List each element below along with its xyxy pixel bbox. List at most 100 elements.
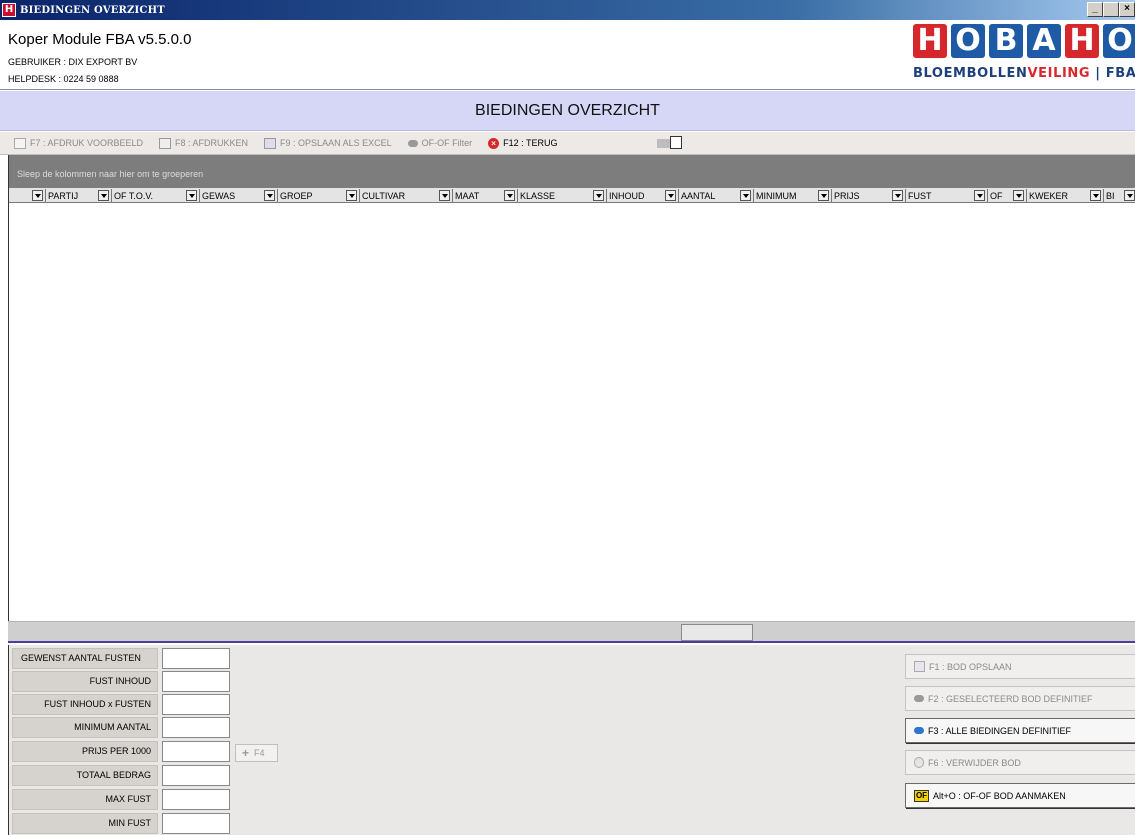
filter-dropdown-icon[interactable] — [504, 190, 515, 201]
fust-inhoud-x-fusten-input[interactable] — [162, 694, 230, 715]
column-header-overflow[interactable] — [1124, 189, 1135, 202]
page-title-band: BIEDINGEN OVERZICHT — [0, 91, 1135, 131]
maximize-button[interactable] — [1103, 2, 1119, 17]
minimize-button[interactable]: _ — [1087, 2, 1103, 17]
field-label: GEWENST AANTAL FUSTEN — [12, 648, 158, 669]
filter-icon — [407, 139, 418, 147]
filter-dropdown-icon[interactable] — [1013, 190, 1024, 201]
of-icon: OF — [914, 789, 929, 802]
filter-dropdown-icon[interactable] — [346, 190, 357, 201]
save-icon — [914, 661, 925, 672]
geselecteerd-bod-definitief-button[interactable]: F2 : GESELECTEERD BOD DEFINITIEF — [905, 686, 1135, 711]
column-header-minimum[interactable]: MINIMUM — [740, 189, 797, 202]
filter-dropdown-icon[interactable] — [439, 190, 450, 201]
window-controls: _ × — [1087, 2, 1135, 17]
filter-dropdown-icon[interactable] — [593, 190, 604, 201]
column-header-prijs[interactable]: PRIJS — [818, 189, 860, 202]
column-header-groep[interactable]: GROEP — [264, 189, 313, 202]
bod-opslaan-button[interactable]: F1 : BOD OPSLAAN — [905, 654, 1135, 679]
filter-dropdown-icon[interactable] — [1124, 190, 1135, 201]
column-header-cultivar[interactable]: CULTIVAR — [346, 189, 405, 202]
helpdesk-info: HELPDESK : 0224 59 0888 — [8, 74, 119, 84]
column-header-kweker[interactable]: KWEKER — [1013, 189, 1068, 202]
field-label: PRIJS PER 1000 — [12, 741, 158, 762]
page-title: BIEDINGEN OVERZICHT — [475, 102, 660, 119]
minimum-aantal-input[interactable] — [162, 717, 230, 738]
print-button[interactable]: F8 : AFDRUKKEN — [159, 137, 248, 149]
column-header-aantal[interactable]: AANTAL — [665, 189, 715, 202]
filter-dropdown-icon[interactable] — [892, 190, 903, 201]
plus-icon: + — [242, 746, 250, 760]
toolbar: F7 : AFDRUK VOORBEELD F8 : AFDRUKKEN F9 … — [0, 132, 1135, 155]
grid-footer — [8, 621, 1135, 643]
totaal-bedrag-input[interactable] — [162, 765, 230, 786]
logo-letter: O — [951, 24, 985, 58]
user-info: GEBRUIKER : DIX EXPORT BV — [8, 57, 138, 67]
filter-dropdown-icon[interactable] — [974, 190, 985, 201]
filter-toggle-checkbox[interactable] — [657, 136, 683, 150]
max-fust-input[interactable] — [162, 789, 230, 810]
filter-dropdown-icon[interactable] — [32, 190, 43, 201]
filter-dropdown-icon[interactable] — [186, 190, 197, 201]
preview-icon — [14, 137, 26, 149]
column-header-bi[interactable]: BI — [1090, 189, 1115, 202]
prijs-per-1000-input[interactable] — [162, 741, 230, 762]
window-titlebar: H BIEDINGEN OVERZICHT _ × — [0, 0, 1135, 20]
form-row: FUST INHOUD x FUSTEN — [12, 694, 232, 715]
min-fust-input[interactable] — [162, 813, 230, 834]
field-label: FUST INHOUD — [12, 671, 158, 692]
pill-icon — [914, 727, 924, 734]
form-row: GEWENST AANTAL FUSTEN — [12, 648, 232, 669]
form-row: MIN FUST — [12, 813, 232, 834]
trash-icon — [914, 757, 924, 768]
field-label: MIN FUST — [12, 813, 158, 834]
column-header-inhoud[interactable]: INHOUD — [593, 189, 645, 202]
alle-biedingen-definitief-button[interactable]: F3 : ALLE BIEDINGEN DEFINITIEF — [905, 718, 1135, 743]
column-header-of-tov[interactable]: OF T.O.V. — [98, 189, 153, 202]
column-header-fust[interactable]: FUST — [892, 189, 932, 202]
hobaho-logo: H O B A H O BLOEMBOLLENVEILING | FBA — [913, 24, 1135, 86]
printer-icon — [159, 137, 172, 149]
group-by-panel[interactable]: Sleep de kolommen naar hier om te groepe… — [9, 155, 1135, 188]
form-row: MAX FUST — [12, 789, 232, 810]
biedingen-grid[interactable]: Sleep de kolommen naar hier om te groepe… — [8, 155, 1135, 621]
column-header-partij[interactable]: PARTIJ — [32, 189, 78, 202]
column-header-row: PARTIJ OF T.O.V. GEWAS GROEP CULTIVAR MA… — [9, 188, 1135, 203]
column-header-maat[interactable]: MAAT — [439, 189, 479, 202]
f4-add-button[interactable]: + F4 — [235, 744, 278, 762]
filter-dropdown-icon[interactable] — [818, 190, 829, 201]
filter-dropdown-icon[interactable] — [264, 190, 275, 201]
window-title: BIEDINGEN OVERZICHT — [20, 4, 165, 16]
close-button[interactable]: × — [1119, 2, 1135, 17]
pill-icon — [914, 695, 924, 702]
logo-letter: B — [989, 24, 1023, 58]
filter-dropdown-icon[interactable] — [665, 190, 676, 201]
save-excel-button[interactable]: F9 : OPSLAAN ALS EXCEL — [264, 137, 392, 149]
back-button[interactable]: × F12 : TERUG — [488, 137, 557, 149]
of-of-bod-aanmaken-button[interactable]: OF Alt+O : OF-OF BOD AANMAKEN — [905, 783, 1135, 808]
verwijder-bod-button[interactable]: F6 : VERWIJDER BOD — [905, 750, 1135, 775]
fust-inhoud-input[interactable] — [162, 671, 230, 692]
app-header: Koper Module FBA v5.5.0.0 GEBRUIKER : DI… — [0, 20, 1135, 90]
filter-dropdown-icon[interactable] — [1090, 190, 1101, 201]
column-header-of[interactable]: OF — [974, 189, 1003, 202]
form-row: FUST INHOUD — [12, 671, 232, 692]
logo-subtitle: BLOEMBOLLENVEILING | FBA — [913, 66, 1135, 81]
app-name: Koper Module FBA v5.5.0.0 — [8, 31, 192, 48]
field-label: TOTAAL BEDRAG — [12, 765, 158, 786]
bid-entry-panel: GEWENST AANTAL FUSTEN FUST INHOUD FUST I… — [8, 645, 1135, 835]
field-label: MAX FUST — [12, 789, 158, 810]
filter-dropdown-icon[interactable] — [740, 190, 751, 201]
save-icon — [264, 137, 277, 149]
column-header-klasse[interactable]: KLASSE — [504, 189, 555, 202]
of-filter-button[interactable]: OF-OF Filter — [407, 138, 472, 148]
print-preview-button[interactable]: F7 : AFDRUK VOORBEELD — [14, 137, 143, 149]
filter-dropdown-icon[interactable] — [98, 190, 109, 201]
form-row: MINIMUM AANTAL — [12, 717, 232, 738]
gewenst-aantal-fusten-input[interactable] — [162, 648, 230, 669]
horizontal-scrollbar-thumb[interactable] — [681, 624, 753, 641]
column-header-gewas[interactable]: GEWAS — [186, 189, 235, 202]
logo-letter: H — [913, 24, 947, 58]
app-icon: H — [2, 3, 16, 17]
form-row: PRIJS PER 1000 — [12, 741, 232, 762]
